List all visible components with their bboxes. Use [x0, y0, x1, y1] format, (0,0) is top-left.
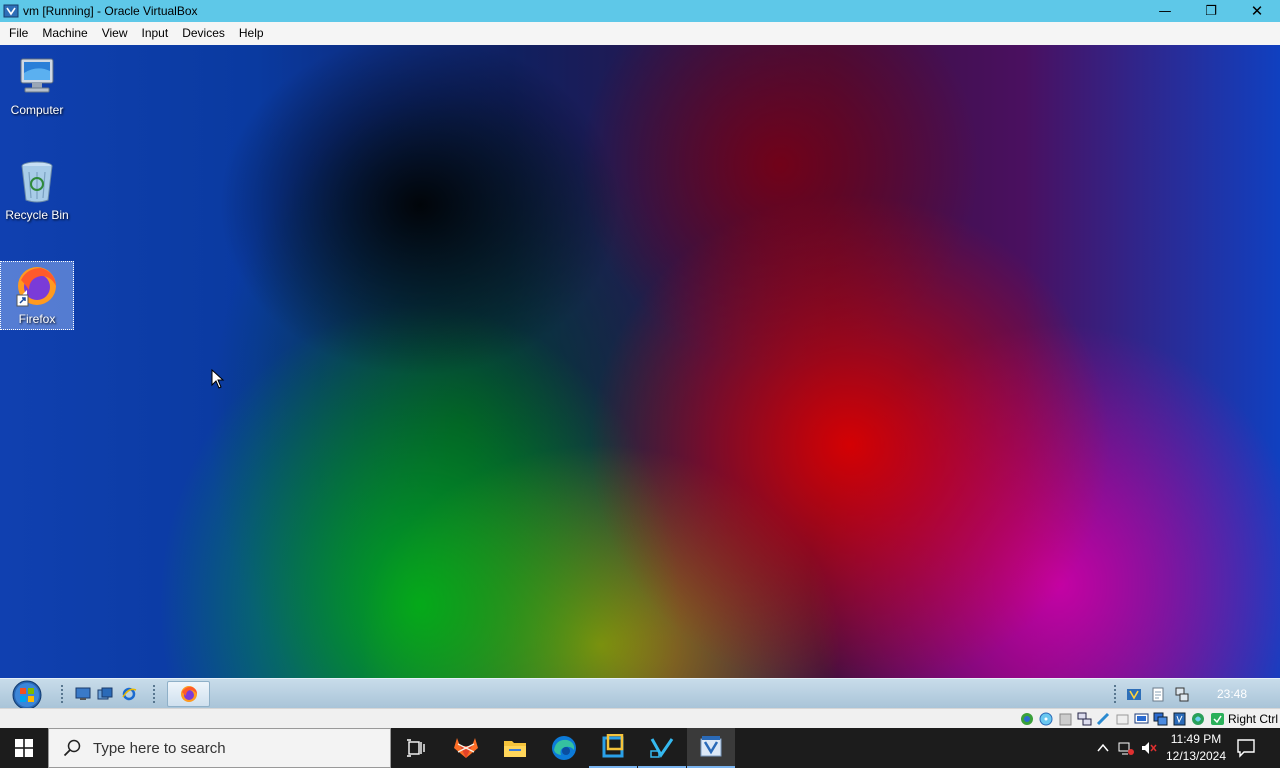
guest-task-firefox[interactable] [167, 681, 210, 707]
desktop-icon-recycle-bin[interactable]: Recycle Bin [0, 158, 74, 222]
virtualbox-manager-icon [602, 734, 624, 758]
guest-start-button[interactable] [9, 680, 45, 708]
show-desktop-icon[interactable] [75, 687, 91, 701]
gitlab-icon [454, 738, 478, 758]
toolbar-grip[interactable] [1113, 684, 1117, 704]
desktop-icon-label: Computer [10, 103, 64, 117]
vscode-icon [650, 738, 674, 758]
document-icon[interactable] [1150, 687, 1166, 702]
desktop-icon-firefox[interactable]: Firefox [0, 261, 74, 330]
task-view-icon [407, 739, 425, 757]
toolbar-grip[interactable] [152, 684, 156, 704]
display-icon[interactable] [1134, 712, 1149, 726]
edge-icon [552, 736, 576, 760]
menu-machine[interactable]: Machine [35, 22, 94, 45]
notifications-icon[interactable] [1236, 738, 1256, 758]
internet-explorer-icon[interactable] [121, 687, 137, 701]
taskbar-app-gitlab[interactable] [442, 728, 490, 768]
firefox-icon [16, 267, 56, 307]
vm-display[interactable]: Computer Recycle Bin Firefox 23:48 [0, 45, 1280, 708]
desktop-icon-label: Firefox [18, 312, 56, 326]
host-search-box[interactable]: Type here to search [48, 728, 391, 768]
menu-input[interactable]: Input [135, 22, 176, 45]
cpu-icon[interactable] [1172, 712, 1187, 726]
network-adapter-icon[interactable] [1077, 712, 1092, 726]
chevron-up-icon[interactable] [1095, 740, 1111, 756]
windows-logo-icon [15, 739, 33, 757]
mouse-integration-icon[interactable] [1191, 712, 1206, 726]
switch-windows-icon[interactable] [97, 687, 113, 701]
menu-help[interactable]: Help [232, 22, 271, 45]
host-taskbar: Type here to search 11:49 PM 12/13/2024 [0, 728, 1280, 768]
virtualbox-icon [3, 4, 19, 18]
host-key-label[interactable]: Right Ctrl [1228, 712, 1278, 726]
hard-disk-icon[interactable] [1020, 712, 1035, 726]
host-start-button[interactable] [0, 728, 48, 768]
guest-taskbar: 23:48 [0, 678, 1280, 708]
vbox-status-bar: Right Ctrl [0, 708, 1280, 728]
recycle-bin-icon [21, 161, 53, 203]
network-icon[interactable] [1174, 687, 1190, 702]
optical-drive-icon[interactable] [1039, 712, 1054, 726]
minimize-button[interactable]: — [1142, 0, 1188, 22]
menu-devices[interactable]: Devices [175, 22, 232, 45]
keyboard-icon[interactable] [1210, 712, 1225, 726]
window-title: vm [Running] - Oracle VirtualBox [23, 4, 198, 18]
desktop-icon-label: Recycle Bin [5, 208, 69, 222]
volume-muted-icon[interactable] [1141, 740, 1157, 756]
floppy-icon[interactable] [1058, 712, 1073, 726]
network-status-icon[interactable] [1118, 740, 1134, 756]
toolbar-grip[interactable] [60, 684, 64, 704]
file-explorer-icon [504, 741, 526, 757]
task-view-button[interactable] [392, 728, 440, 768]
shared-folders-icon[interactable] [1115, 712, 1130, 726]
taskbar-app-edge[interactable] [540, 728, 588, 768]
usb-icon[interactable] [1096, 712, 1111, 726]
window-titlebar[interactable]: vm [Running] - Oracle VirtualBox — ❐ ✕ [0, 0, 1280, 22]
host-time: 11:49 PM [1170, 732, 1222, 746]
taskbar-app-vscode[interactable] [638, 728, 686, 768]
virtualbox-vm-icon [700, 736, 722, 757]
menu-view[interactable]: View [95, 22, 135, 45]
computer-icon [20, 58, 54, 93]
taskbar-app-virtualbox-vm[interactable] [687, 728, 735, 768]
close-button[interactable]: ✕ [1234, 0, 1280, 22]
firefox-icon [180, 686, 197, 702]
host-clock[interactable]: 11:49 PM 12/13/2024 [1162, 731, 1230, 765]
host-date: 12/13/2024 [1165, 749, 1227, 763]
taskbar-app-virtualbox-manager[interactable] [589, 728, 637, 768]
desktop-icon-computer[interactable]: Computer [0, 53, 74, 117]
menu-bar: File Machine View Input Devices Help [0, 22, 1280, 45]
restore-button[interactable]: ❐ [1188, 0, 1234, 22]
virtualbox-guest-icon[interactable] [1126, 687, 1142, 702]
video-capture-icon[interactable] [1153, 712, 1168, 726]
mouse-cursor-icon [211, 369, 225, 389]
search-icon [63, 739, 81, 757]
guest-clock[interactable]: 23:48 [1217, 687, 1247, 701]
menu-file[interactable]: File [2, 22, 35, 45]
search-placeholder: Type here to search [93, 739, 226, 757]
taskbar-app-file-explorer[interactable] [491, 728, 539, 768]
